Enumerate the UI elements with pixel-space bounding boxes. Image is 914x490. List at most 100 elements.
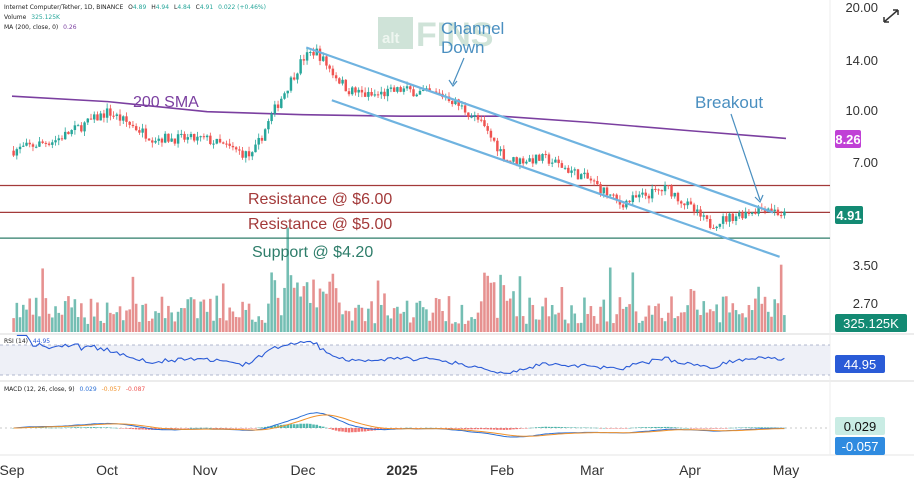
macd-histogram-bar <box>141 428 144 430</box>
macd-histogram-bar <box>605 428 609 429</box>
candle-body <box>289 77 293 91</box>
candle-body <box>512 157 515 162</box>
macd-histogram-bar <box>260 427 264 428</box>
volume-bar <box>250 319 254 332</box>
macd-histogram-bar <box>254 428 257 429</box>
macd-histogram-bar <box>518 428 522 429</box>
macd-histogram-bar <box>489 428 493 430</box>
volume-bar <box>441 311 444 332</box>
volume-bar <box>383 293 386 332</box>
candle-body <box>776 209 780 216</box>
macd-histogram-bar <box>586 427 589 429</box>
volume-bar <box>573 313 577 332</box>
volume-bar <box>134 303 138 332</box>
macd-histogram-bar <box>347 428 351 433</box>
candle-body <box>715 226 718 229</box>
volume-bar <box>405 300 409 332</box>
candle-body <box>238 149 241 151</box>
macd-histogram-bar <box>473 428 477 430</box>
macd-histogram-bar <box>686 427 689 429</box>
candle-body <box>73 125 77 131</box>
macd-histogram-bar <box>67 427 70 428</box>
macd-histogram-bar <box>479 428 483 430</box>
macd-histogram-bar <box>247 428 251 429</box>
candle-body <box>34 146 38 148</box>
breakout-arrow <box>730 113 761 201</box>
volume-bar <box>205 311 209 332</box>
macd-histogram-bar <box>99 427 102 428</box>
macd-histogram-bar <box>215 428 219 429</box>
volume-bar <box>434 297 438 332</box>
macd-histogram-bar <box>57 427 61 429</box>
volume-bar <box>15 302 19 332</box>
volume-bar <box>199 301 202 332</box>
volume-bar <box>112 314 115 332</box>
volume-bar <box>666 312 670 332</box>
volume-bars <box>12 227 786 332</box>
candle-body <box>280 98 283 108</box>
macd-histogram-bar <box>631 427 635 429</box>
candle-body <box>199 136 202 138</box>
volume-bar <box>473 318 477 332</box>
volume-bar <box>725 296 728 332</box>
volume-bar <box>376 280 380 332</box>
rsi-legend: RSI (14) 44.95 <box>4 338 50 345</box>
volume-bar <box>99 320 102 332</box>
volume-bar <box>689 289 693 332</box>
volume-bar <box>189 297 193 332</box>
macd-histogram-bar <box>225 428 228 429</box>
macd-histogram-bar <box>350 428 354 433</box>
volume-bar <box>537 319 541 332</box>
volume-bar <box>499 274 502 332</box>
volume-bar <box>292 287 296 332</box>
volume-bar <box>121 320 125 332</box>
volume-bar <box>679 312 683 332</box>
volume-bar <box>347 311 351 332</box>
candle-body <box>583 172 586 175</box>
macd-histogram-bar <box>80 427 83 428</box>
candle-body <box>647 195 651 199</box>
macd-histogram-bar <box>702 428 706 429</box>
volume-bar <box>321 291 325 332</box>
volume-bar <box>408 322 412 332</box>
macd-histogram-bar <box>637 427 641 428</box>
volume-bar <box>579 322 583 332</box>
price-chart[interactable]: alt FINS Internet Computer/Tether, 1D, B… <box>0 0 914 490</box>
macd-histogram-bar <box>737 427 741 429</box>
macd-histogram-bar <box>299 423 302 428</box>
volume-bar <box>263 322 267 332</box>
month-2025: 2025 <box>386 462 417 478</box>
volume-bar <box>396 306 399 332</box>
macd-histogram-bar <box>547 426 551 428</box>
macd-histogram-bar <box>734 427 738 429</box>
candle-body <box>689 201 693 205</box>
volume-bar <box>154 311 157 332</box>
macd-histogram-bar <box>486 428 489 430</box>
macd-histogram-bar <box>502 428 506 430</box>
volume-bar <box>763 296 767 332</box>
channel-upper-line <box>305 46 774 214</box>
volume-bar <box>167 305 170 332</box>
legend-symbol-line: Internet Computer/Tether, 1D, BINANCE O4… <box>4 4 266 11</box>
volume-bar <box>350 320 354 332</box>
volume-bar <box>389 318 393 332</box>
volume-bar <box>612 323 615 332</box>
annotation-channel-down-1: Channel <box>441 19 504 38</box>
macd-histogram-bar <box>650 427 654 428</box>
macd-histogram-bar <box>244 428 248 429</box>
candle-body <box>321 56 325 61</box>
candle-body <box>673 192 676 197</box>
candle-body <box>318 48 322 61</box>
volume-bar <box>625 306 628 332</box>
price-tick-20: 20.00 <box>845 0 878 15</box>
candle-body <box>163 133 167 143</box>
volume-bar <box>644 316 648 332</box>
macd-histogram-bar <box>657 426 660 428</box>
candle-body <box>638 194 641 198</box>
volume-bar <box>557 312 560 332</box>
price-axis: 20.00 14.00 10.00 7.00 3.50 2.70 <box>845 0 878 311</box>
fullscreen-button[interactable] <box>878 6 904 28</box>
volume-bar <box>431 312 435 332</box>
macd-histogram-bar <box>76 427 80 428</box>
legend-volume-line: Volume 325.125K <box>4 14 61 21</box>
